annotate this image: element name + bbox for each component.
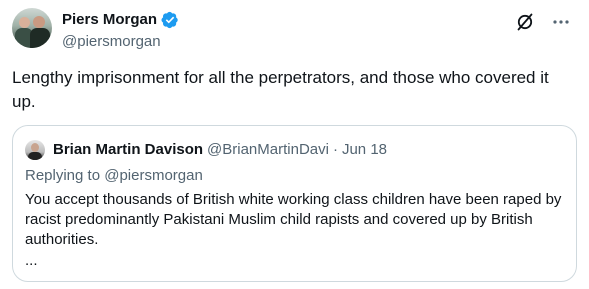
quoted-tweet[interactable]: Brian Martin Davison @BrianMartinDavi · … [12,125,577,282]
quoted-ellipsis: ... [25,252,38,269]
tweet-text: Lengthy imprisonment for all the perpetr… [12,68,549,111]
quoted-separator: · [332,141,338,158]
more-options-icon[interactable] [551,12,571,32]
avatar[interactable] [12,8,52,48]
replying-prefix: Replying to [25,167,105,184]
replying-mention[interactable]: @piersmorgan [104,167,203,184]
author-display-name[interactable]: Piers Morgan [62,10,157,30]
author-handle[interactable]: @piersmorgan [62,32,161,52]
grok-icon[interactable] [515,12,535,32]
replying-to: Replying to @piersmorgan [25,166,203,186]
quoted-handle[interactable]: @BrianMartinDavi [207,140,329,160]
verified-badge-icon[interactable] [161,11,179,29]
author-name-row: Piers Morgan [62,10,179,30]
quoted-avatar[interactable] [25,140,45,160]
quoted-text: You accept thousands of British white wo… [25,191,562,248]
quoted-header: Brian Martin Davison @BrianMartinDavi · … [53,140,387,160]
tweet-top-actions [515,12,571,32]
quoted-display-name[interactable]: Brian Martin Davison [53,140,203,160]
quoted-date[interactable]: Jun 18 [342,140,387,160]
